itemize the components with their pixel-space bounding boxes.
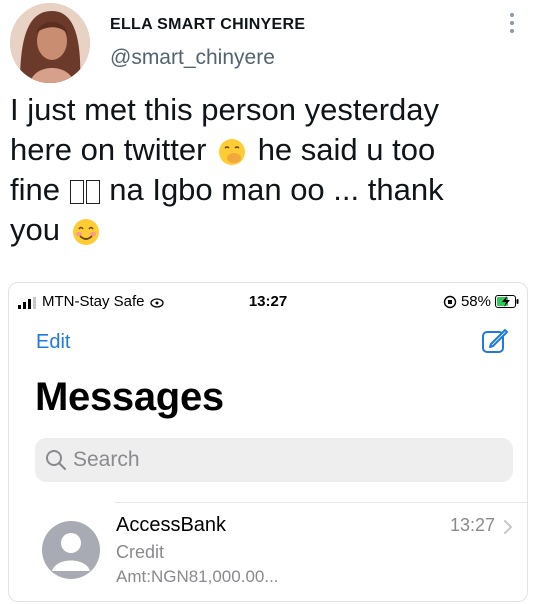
- chevron-right-icon: [504, 520, 512, 534]
- tweet-text-segment: he said u too: [257, 132, 436, 167]
- tweet-text-segment: fine: [10, 172, 60, 207]
- tweet-line: I just met this person yesterday: [10, 92, 440, 127]
- message-time: 13:27: [449, 515, 495, 535]
- battery-percent: 58%: [460, 293, 491, 310]
- orientation-lock-icon: [443, 295, 457, 308]
- search-icon: [46, 450, 67, 471]
- compose-icon[interactable]: [481, 327, 509, 355]
- page-title: Messages: [35, 375, 224, 419]
- message-sender: AccessBank: [116, 514, 227, 536]
- tweet-text-segment: here on twitter: [10, 132, 207, 167]
- list-divider: [115, 502, 527, 503]
- display-name[interactable]: ELLA SMART CHINYERE: [110, 16, 305, 34]
- missing-glyph-icon: [69, 179, 84, 204]
- profile-avatar[interactable]: [10, 3, 90, 83]
- tweet-text-segment: na Igbo man oo ... thank: [109, 172, 444, 207]
- user-handle[interactable]: @smart_chinyere: [110, 46, 275, 70]
- message-preview: Amt:NGN81,000.00...: [116, 567, 279, 586]
- smiling-face-emoji-icon: [72, 218, 99, 245]
- tweet-text-segment: you: [10, 212, 60, 247]
- battery-charging-icon: [495, 295, 519, 308]
- message-preview: Credit: [116, 542, 165, 562]
- battery-status: 58%: [443, 293, 519, 310]
- contact-avatar-icon: [42, 521, 100, 579]
- missing-glyph-icon: [85, 179, 100, 204]
- attached-screenshot[interactable]: MTN-Stay Safe 13:27 58% Edit Messages Se…: [8, 282, 528, 602]
- search-input[interactable]: Search: [35, 438, 513, 482]
- tweet-line: fine na Igbo man oo ... thank: [10, 170, 520, 210]
- hand-over-mouth-emoji-icon: [219, 138, 246, 165]
- profile-photo: [10, 3, 90, 83]
- edit-button[interactable]: Edit: [36, 331, 70, 354]
- more-options-icon[interactable]: [508, 12, 516, 34]
- tweet-line: you: [10, 210, 520, 250]
- tweet-text: I just met this person yesterday here on…: [10, 90, 520, 250]
- tweet-line: here on twitter he said u too: [10, 130, 520, 170]
- search-placeholder: Search: [73, 448, 140, 471]
- status-bar: MTN-Stay Safe 13:27 58%: [9, 293, 527, 313]
